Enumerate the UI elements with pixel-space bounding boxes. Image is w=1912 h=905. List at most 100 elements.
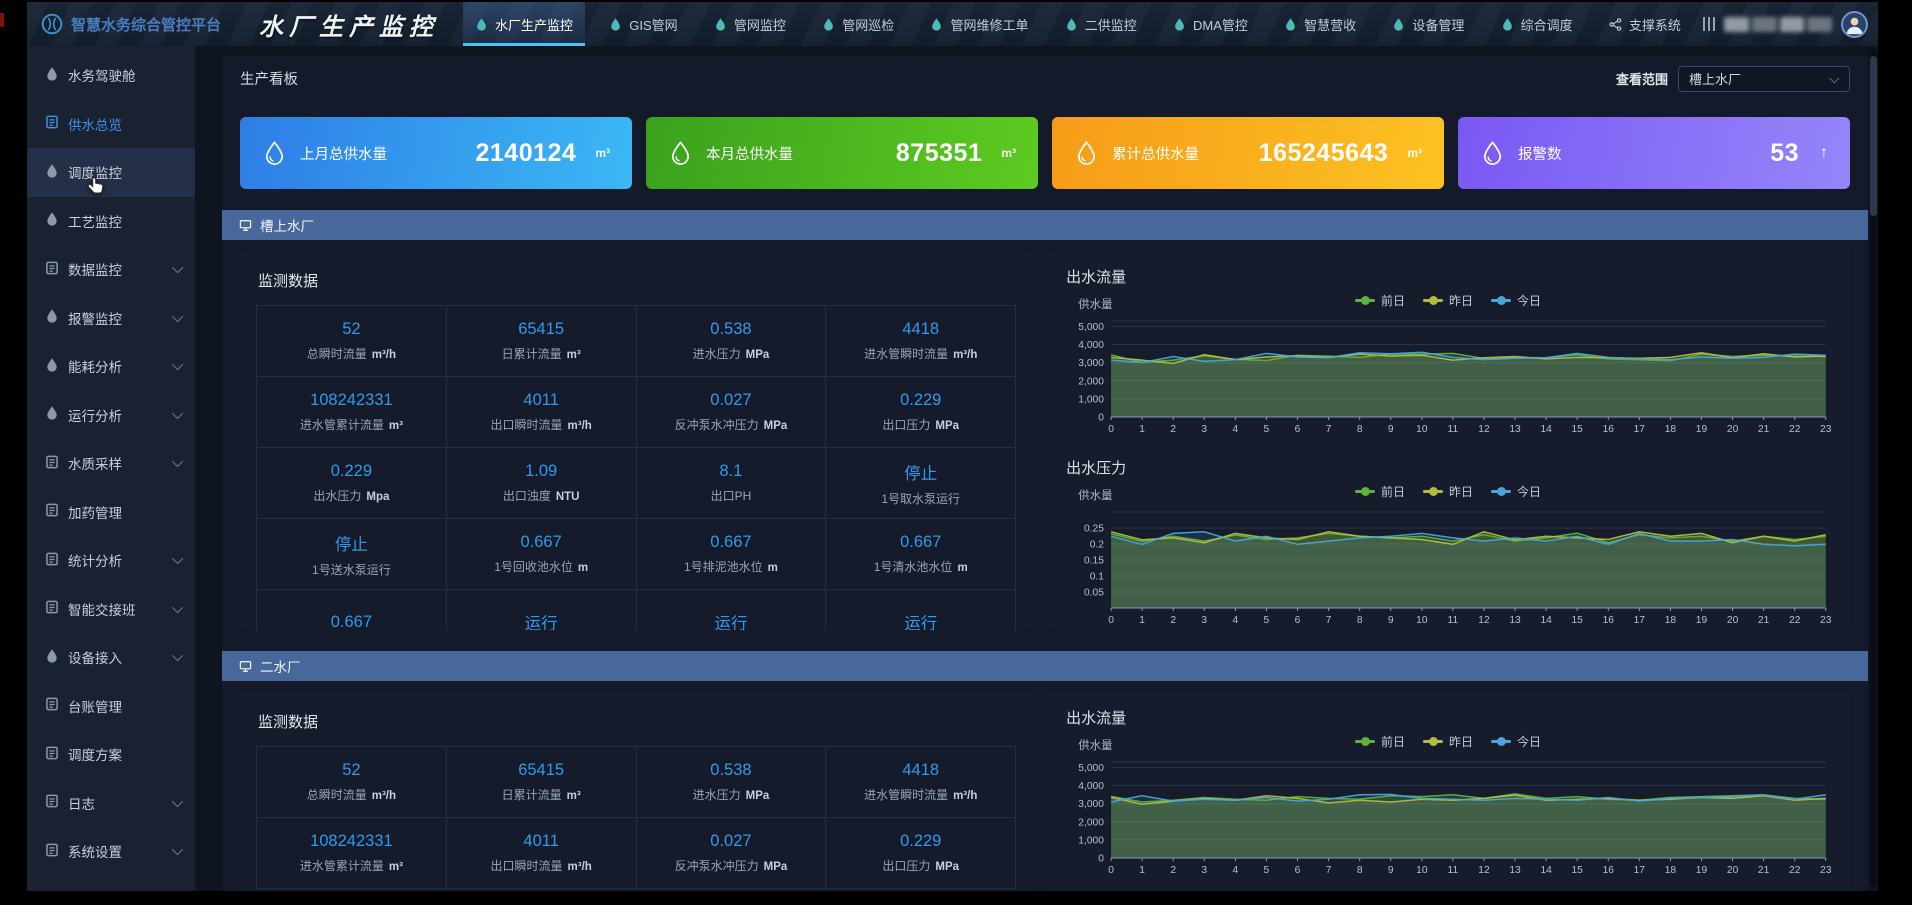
sidebar-item[interactable]: 工艺监控 [27,197,195,246]
legend-item-label: 今日 [1517,292,1541,309]
top-nav-tab-label: 综合调度 [1521,15,1573,34]
sidebar-item[interactable]: 台账管理 [27,682,195,731]
monitor-cell: 8.1 出口PH [637,448,826,518]
top-bar: 智慧水务综合管控平台 水厂生产监控 水厂生产监控 GIS管网 管网监控 管网巡检 [27,2,1878,46]
legend-marker-icon [1355,296,1375,305]
legend-item-label: 昨日 [1449,292,1473,309]
chart-axis-title: 供水量 [1078,737,1113,753]
monitor-cell-value: 0.027 [710,391,751,410]
legend-item[interactable]: 前日 [1355,733,1405,750]
scope-label: 查看范围 [1616,69,1668,88]
separator-pipes-icon [1703,17,1715,31]
monitor-cell: 运行 [637,590,826,630]
monitor-cell-label: 1号取水泵运行 [881,490,960,507]
monitor-cell-value: 8.1 [719,462,742,481]
svg-text:4,000: 4,000 [1078,340,1104,351]
monitor-cell: 0.667 1号排泥池水位 m [637,519,826,589]
monitor-cell-label: 进水管累计流量 [300,857,384,874]
top-nav-tab[interactable]: 二供监控 [1053,2,1149,46]
sidebar-item[interactable]: 加药管理 [27,488,195,537]
sidebar-item[interactable]: 水务驾驶舱 [27,51,195,100]
monitor-data-grid: 52 总瞬时流量 m³/h 65415 日累计流量 m³ 0.538 进水压力 … [256,305,1016,630]
user-avatar[interactable] [1841,11,1868,38]
top-nav-tab[interactable]: GIS管网 [597,2,689,46]
water-drop-icon [714,18,727,31]
sidebar-item[interactable]: 调度监控 [27,148,195,197]
sidebar-item[interactable]: 能耗分析 [27,342,195,391]
svg-text:5: 5 [1264,865,1270,876]
svg-text:13: 13 [1509,865,1521,876]
svg-text:3: 3 [1202,424,1208,435]
sidebar-item[interactable]: 日志 [27,779,195,828]
sidebar-item[interactable]: 调度方案 [27,730,195,779]
svg-text:11: 11 [1448,424,1459,435]
svg-text:20: 20 [1727,424,1739,435]
legend-item[interactable]: 今日 [1491,483,1541,500]
monitor-cell-unit: MPa [746,790,770,802]
svg-text:7: 7 [1326,615,1332,626]
top-nav-tab[interactable]: 水厂生产监控 [463,2,585,46]
svg-text:8: 8 [1357,615,1363,626]
sidebar-item[interactable]: 水质采样 [27,439,195,488]
monitor-cell-label: 出口浊度 [503,487,551,504]
water-drop-icon [45,67,59,84]
monitor-cell-value: 0.229 [900,832,941,851]
water-drop-icon [930,18,943,31]
monitor-cell-value: 4011 [523,832,558,851]
monitor-cell-label: 进水管瞬时流量 [864,786,948,803]
legend-item[interactable]: 今日 [1491,733,1541,750]
monitor-data-panel: 监测数据 52 总瞬时流量 m³/h 65415 日累计流量 m³ 0.538 … [240,691,1032,891]
legend-item[interactable]: 昨日 [1423,292,1473,309]
top-nav: 水厂生产监控 GIS管网 管网监控 管网巡检 管网维修工单 二供监控 [463,2,1693,46]
legend-item[interactable]: 前日 [1355,292,1405,309]
top-nav-tab[interactable]: DMA管控 [1161,2,1260,46]
top-nav-tab[interactable]: 管网巡检 [810,2,906,46]
sidebar-item[interactable]: 设备接入 [27,633,195,682]
monitor-cell-value: 52 [342,761,360,780]
legend-marker-icon [1423,737,1443,746]
monitor-cell: 65415 日累计流量 m³ [447,747,636,817]
chevron-down-icon [172,553,183,564]
monitor-cell-value: 52 [342,320,360,339]
top-nav-tab[interactable]: 智慧营收 [1272,2,1368,46]
svg-text:5,000: 5,000 [1078,322,1104,333]
legend-item[interactable]: 昨日 [1423,733,1473,750]
sidebar-item[interactable]: 统计分析 [27,536,195,585]
sidebar-item[interactable]: 系统设置 [27,827,195,876]
stat-card-unit: m³ [1001,146,1016,160]
plant-section-header: 槽上水厂 [222,210,1868,240]
chart-legend: 前日 昨日 今日 [1355,292,1541,309]
sidebar-item[interactable]: 供水总览 [27,100,195,149]
svg-text:5,000: 5,000 [1078,763,1104,774]
svg-text:4,000: 4,000 [1078,781,1104,792]
top-nav-tab[interactable]: 支撑系统 [1597,2,1693,46]
monitor-cell-label: 1号回收池水位 [494,558,573,575]
svg-text:14: 14 [1541,424,1553,435]
legend-marker-icon [1355,487,1375,496]
sidebar-item[interactable]: 报警监控 [27,294,195,343]
monitor-cell: 0.538 进水压力 MPa [637,306,826,376]
sidebar-item[interactable]: 智能交接班 [27,585,195,634]
monitor-cell: 0.027 反冲泵水冲压力 MPa [637,377,826,447]
sidebar-item[interactable]: 数据监控 [27,245,195,294]
top-nav-tab[interactable]: 设备管理 [1380,2,1476,46]
sidebar-item-label: 水务驾驶舱 [68,65,136,85]
plant-scope-select[interactable]: 槽上水厂 [1678,66,1850,92]
scrollbar-thumb[interactable] [1870,56,1877,216]
svg-text:1: 1 [1139,424,1145,435]
sidebar-item[interactable]: 运行分析 [27,391,195,440]
legend-item[interactable]: 昨日 [1423,483,1473,500]
top-nav-tab[interactable]: 管网维修工单 [918,2,1040,46]
top-nav-tab[interactable]: 管网监控 [702,2,798,46]
svg-text:7: 7 [1326,424,1332,435]
top-nav-tab-label: 设备管理 [1412,15,1464,34]
chart-axis-title: 供水量 [1078,296,1113,312]
top-nav-tab[interactable]: 综合调度 [1489,2,1585,46]
monitor-data-title: 监测数据 [258,711,1016,732]
platform-logo-icon [41,13,63,35]
top-nav-tab-label: 智慧营收 [1304,15,1356,34]
legend-item[interactable]: 今日 [1491,292,1541,309]
monitor-cell: 108242331 进水管累计流量 m³ [257,818,446,888]
legend-item[interactable]: 前日 [1355,483,1405,500]
monitor-cell-label: 出水压力 [313,487,361,504]
